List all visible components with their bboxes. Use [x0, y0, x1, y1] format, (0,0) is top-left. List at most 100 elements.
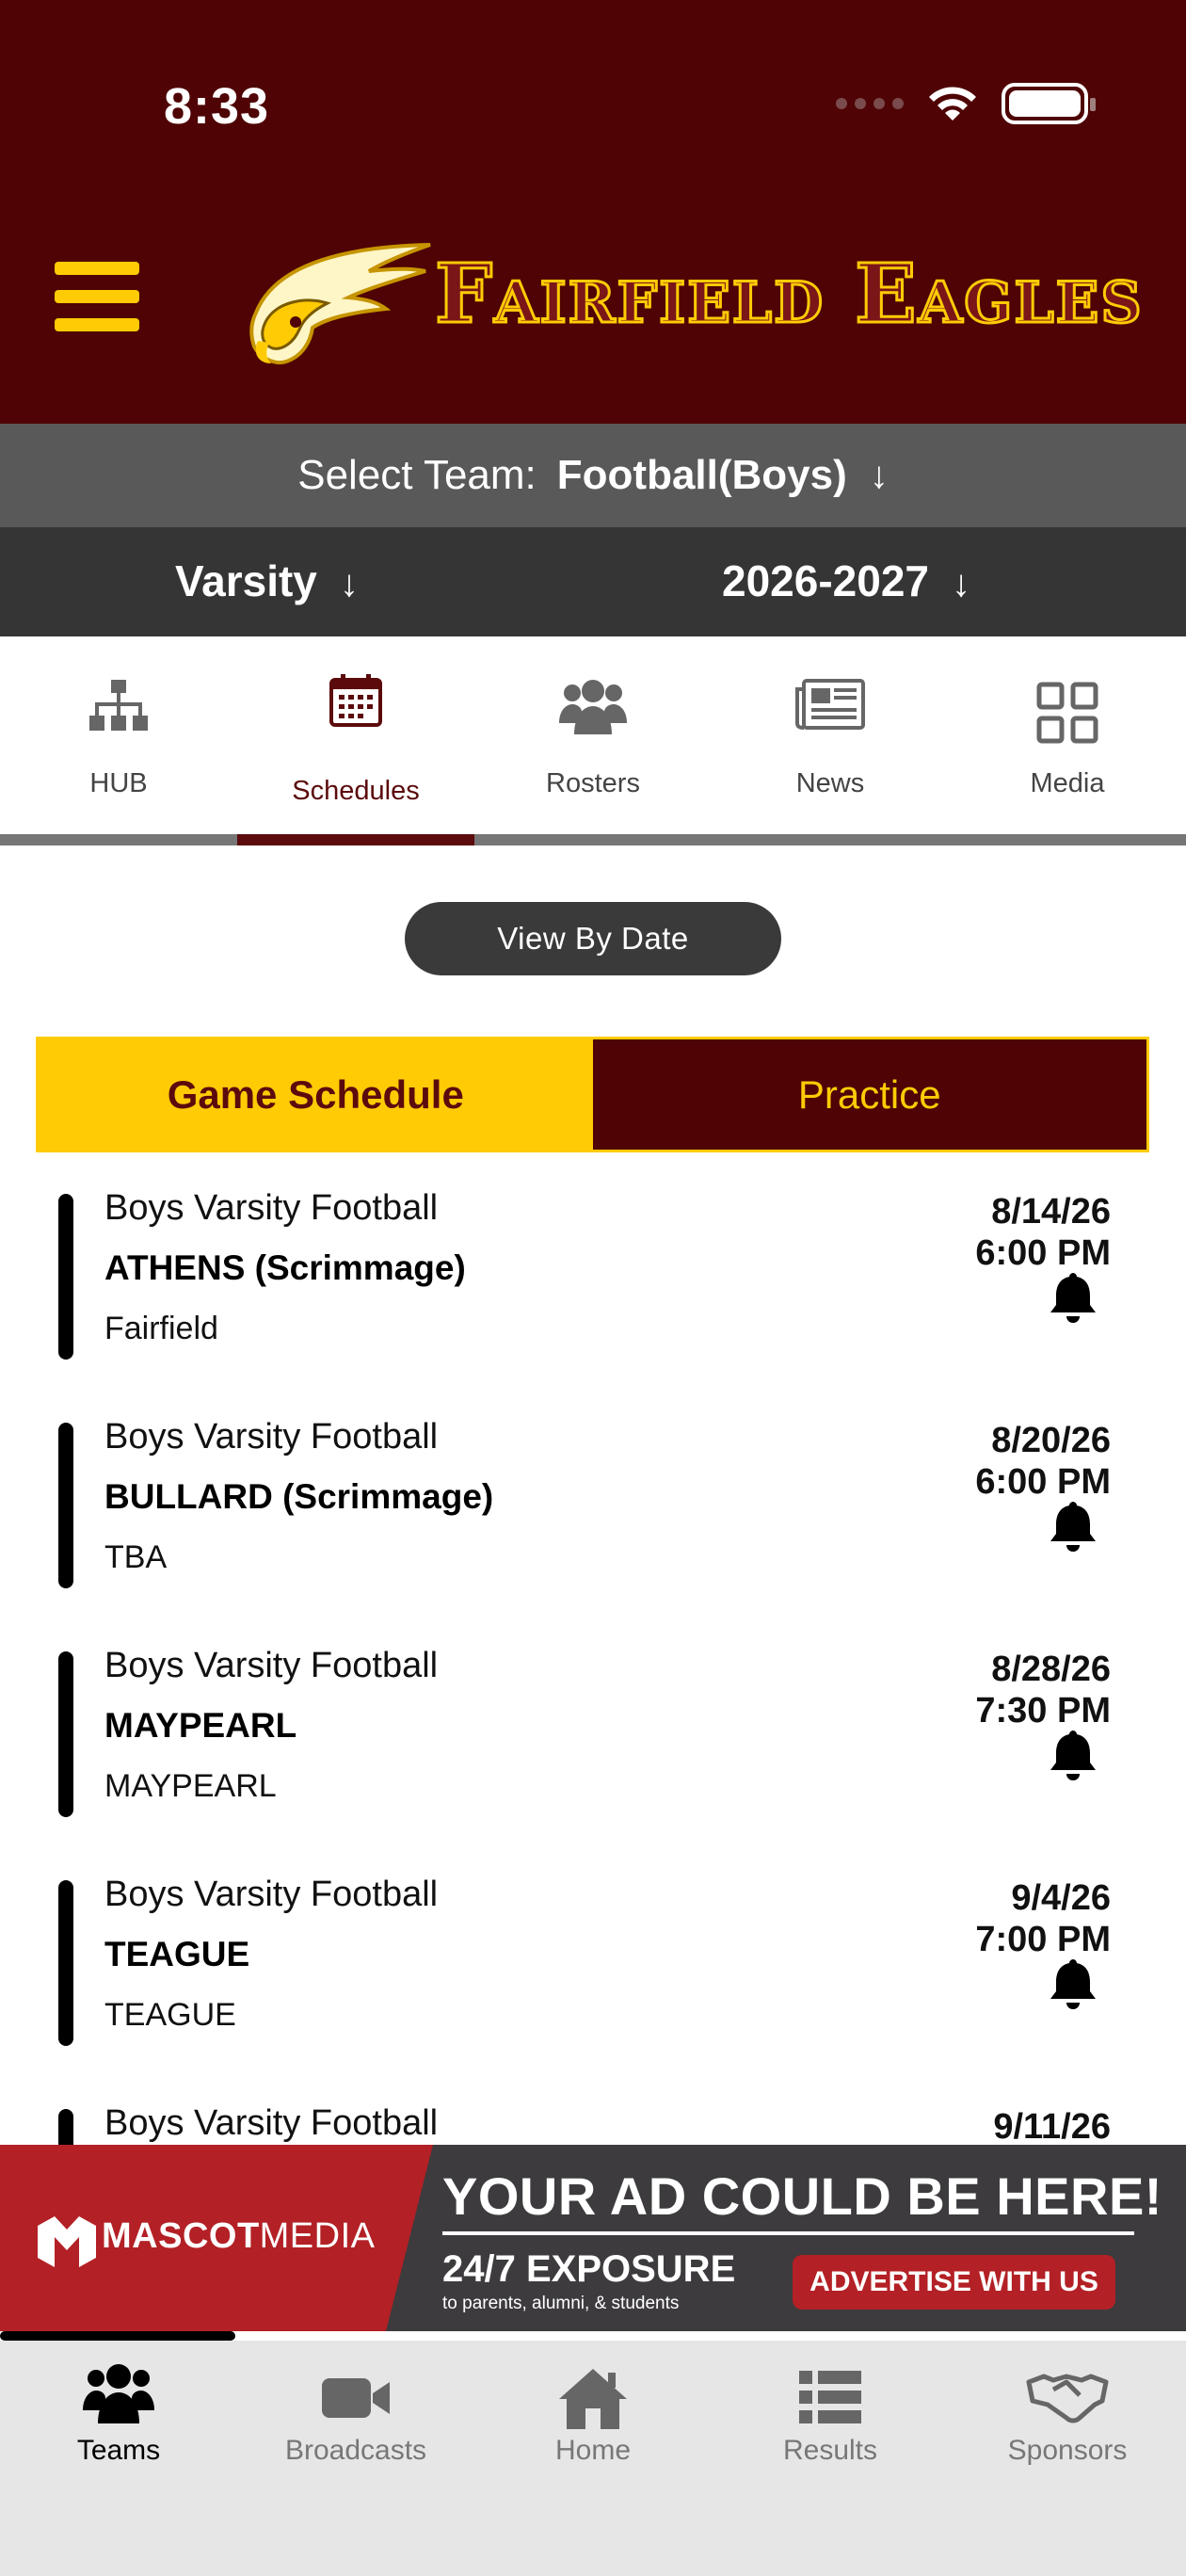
ad-brand-light: MEDIA — [259, 2216, 376, 2256]
game-list: Boys Varsity Football ATHENS (Scrimmage)… — [0, 1158, 1186, 2145]
team-selector[interactable]: Select Team: Football(Boys) ↓ — [0, 424, 1186, 527]
arrow-down-icon: ↓ — [951, 563, 970, 604]
game-location: Fairfield — [104, 1311, 218, 1346]
game-date: 9/11/26 — [993, 2107, 1111, 2145]
tab-hub[interactable]: HUB — [0, 636, 237, 845]
list-item[interactable]: Boys Varsity Football BULLARD (Scrimmage… — [0, 1387, 1186, 1616]
bell-icon[interactable] — [1049, 1271, 1098, 1324]
tab-label: Media — [1030, 768, 1105, 798]
tab-label: Schedules — [292, 776, 420, 806]
game-opponent: ATHENS (Scrimmage) — [104, 1248, 466, 1287]
tab-media[interactable]: Media — [949, 636, 1186, 845]
status-time: 8:33 — [164, 78, 270, 135]
game-team: Boys Varsity Football — [104, 1646, 439, 1685]
game-location: TEAGUE — [104, 1997, 236, 2033]
game-date: 8/14/26 — [991, 1192, 1111, 1232]
tabs-underline — [0, 834, 1186, 845]
ad-headline: YOUR AD COULD BE HERE! — [442, 2166, 1162, 2226]
row-accent-bar — [58, 1880, 73, 2046]
game-time: 6:00 PM — [975, 1462, 1111, 1502]
game-opponent: BULLARD (Scrimmage) — [104, 1477, 494, 1516]
ad-progress-bar — [0, 2331, 235, 2341]
ad-banner[interactable]: MASCOTMEDIA YOUR AD COULD BE HERE! 24/7 … — [0, 2145, 1186, 2331]
bell-icon[interactable] — [1049, 1729, 1098, 1781]
nav-broadcasts[interactable]: Broadcasts — [237, 2341, 474, 2472]
status-icons — [836, 83, 1096, 124]
game-opponent: MAYPEARL — [104, 1706, 297, 1745]
game-team: Boys Varsity Football — [104, 1875, 439, 1914]
view-by-date-button[interactable]: View By Date — [405, 902, 781, 975]
list-item[interactable]: Boys Varsity Football MAYPEARL MAYPEARL … — [0, 1616, 1186, 1844]
tab-rosters[interactable]: Rosters — [474, 636, 712, 845]
tab-schedules[interactable]: Schedules — [237, 636, 474, 845]
practice-button[interactable]: Practice — [592, 1039, 1146, 1150]
menu-button[interactable] — [55, 262, 139, 331]
nav-label: Teams — [76, 2435, 161, 2466]
home-icon — [559, 2369, 627, 2429]
mascot-media-logo-icon — [38, 2216, 96, 2267]
team-select-label: Select Team: — [297, 452, 537, 498]
schedule-type-toggle: Game Schedule Practice — [36, 1037, 1149, 1152]
game-date: 9/4/26 — [1011, 1878, 1111, 1918]
arrow-down-icon: ↓ — [339, 563, 359, 604]
level-selector[interactable]: Varsity ↓ — [175, 555, 359, 606]
ad-exposure-sub: to parents, alumni, & students — [442, 2294, 680, 2313]
section-tabs: HUB Schedules Rosters News Media — [0, 636, 1186, 845]
hamburger-line — [55, 290, 139, 303]
signal-icon — [836, 98, 904, 109]
nav-home[interactable]: Home — [474, 2341, 712, 2472]
hamburger-line — [55, 318, 139, 331]
hamburger-line — [55, 262, 139, 275]
level-season-bar: Varsity ↓ 2026-2027 ↓ — [0, 527, 1186, 636]
arrow-down-icon: ↓ — [869, 454, 889, 496]
list-item[interactable]: Boys Varsity Football ATHENS (Scrimmage)… — [0, 1158, 1186, 1387]
ad-exposure: 24/7 EXPOSURE — [442, 2248, 736, 2290]
nav-label: Sponsors — [1007, 2435, 1128, 2466]
advertise-button[interactable]: ADVERTISE WITH US — [793, 2255, 1115, 2310]
nav-label: Results — [782, 2435, 878, 2466]
game-time: 7:00 PM — [975, 1920, 1111, 1959]
tab-news[interactable]: News — [712, 636, 949, 845]
game-time: 6:00 PM — [975, 1233, 1111, 1273]
row-accent-bar — [58, 1651, 73, 1817]
level-value: Varsity — [175, 556, 317, 605]
list-item[interactable]: Boys Varsity Football 9/11/26 — [0, 2073, 1186, 2145]
wifi-icon — [929, 87, 976, 121]
hierarchy-icon — [89, 680, 148, 731]
bell-icon[interactable] — [1049, 1500, 1098, 1553]
nav-label: Broadcasts — [284, 2435, 427, 2466]
game-location: TBA — [104, 1539, 168, 1575]
game-team: Boys Varsity Football — [104, 2103, 439, 2143]
team-select-value: Football(Boys) — [556, 452, 847, 498]
nav-sponsors[interactable]: Sponsors — [949, 2341, 1186, 2472]
game-schedule-button[interactable]: Game Schedule — [39, 1039, 593, 1150]
game-team: Boys Varsity Football — [104, 1188, 439, 1228]
list-item[interactable]: Boys Varsity Football TEAGUE TEAGUE 9/4/… — [0, 1844, 1186, 2073]
list-icon — [799, 2371, 861, 2423]
handshake-icon — [1026, 2374, 1109, 2423]
season-selector[interactable]: 2026-2027 ↓ — [722, 555, 970, 606]
game-team: Boys Varsity Football — [104, 1417, 439, 1457]
grid-icon — [1036, 682, 1098, 744]
bell-icon[interactable] — [1049, 1957, 1098, 2010]
app-header: 8:33 Fairfield Eagles — [0, 0, 1186, 424]
game-location: MAYPEARL — [104, 1768, 277, 1804]
game-time: 7:30 PM — [975, 1691, 1111, 1731]
active-tab-indicator — [237, 834, 474, 845]
row-accent-bar — [58, 1194, 73, 1360]
calendar-icon — [329, 674, 382, 727]
tab-label: News — [795, 768, 865, 798]
tab-label: Rosters — [546, 768, 640, 798]
ad-underline — [442, 2231, 1134, 2235]
team-name-logo: Fairfield Eagles — [434, 246, 1144, 344]
ad-brand: MASCOTMEDIA — [102, 2216, 376, 2257]
nav-teams[interactable]: Teams — [0, 2341, 237, 2472]
eagle-logo-icon — [249, 243, 431, 364]
game-opponent: TEAGUE — [104, 1935, 250, 1973]
nav-results[interactable]: Results — [712, 2341, 949, 2472]
season-value: 2026-2027 — [722, 556, 929, 605]
game-date: 8/20/26 — [991, 1421, 1111, 1460]
battery-icon — [1002, 83, 1096, 124]
group-icon — [559, 680, 627, 734]
video-camera-icon — [322, 2378, 390, 2418]
